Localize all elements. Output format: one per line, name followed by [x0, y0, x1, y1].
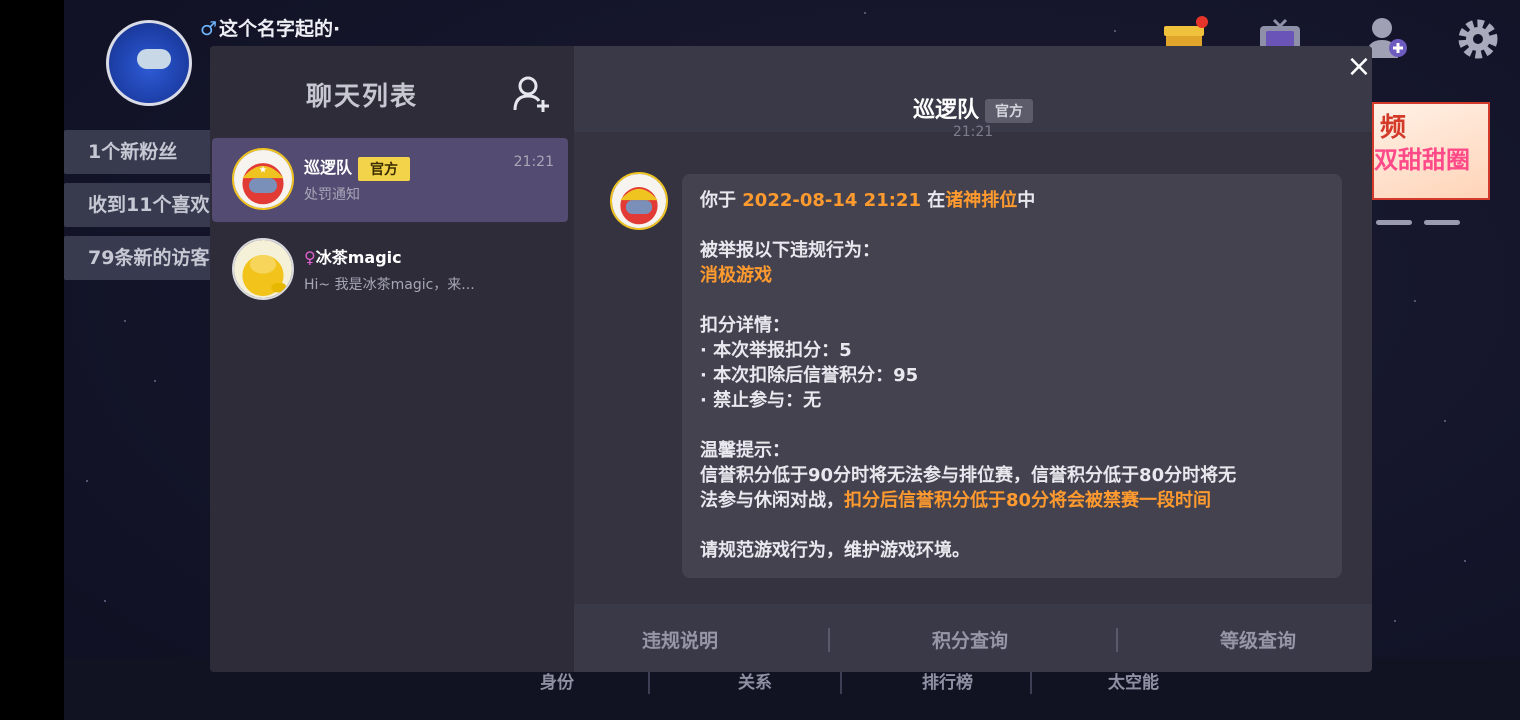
official-badge: 官方: [985, 99, 1033, 123]
ban-warning: 扣分后信誉积分低于80分将会被禁赛一段时间: [844, 490, 1212, 511]
chat-item-preview: Hi~ 我是冰茶magic，来...: [304, 277, 475, 293]
game-mode: 诸神排位: [945, 190, 1018, 211]
sender-avatar[interactable]: [610, 172, 668, 230]
chat-item-time: 21:21: [513, 154, 554, 170]
screen-bezel: [0, 0, 64, 720]
female-icon: ♀: [304, 248, 316, 267]
violation-info-button[interactable]: 违规说明: [642, 626, 718, 653]
bingcha-avatar: [232, 238, 294, 300]
message-bubble: 你于 2022-08-14 21:21 在诸神排位中 被举报以下违规行为： 消极…: [682, 174, 1342, 578]
official-badge: 官方: [358, 156, 411, 181]
notice-new-fans[interactable]: 1个新粉丝: [64, 130, 224, 174]
close-button[interactable]: ×: [1344, 52, 1372, 82]
chat-footer: 违规说明 积分查询 等级查询: [574, 604, 1372, 672]
chat-list-title: 聊天列表: [305, 82, 418, 112]
chat-title: 巡逻队 官方: [574, 92, 1372, 124]
notice-visitors[interactable]: 79条新的访客: [64, 236, 224, 280]
level-query-button[interactable]: 等级查询: [1220, 626, 1296, 653]
svg-text:★: ★: [259, 164, 267, 175]
patrol-avatar: ★: [232, 148, 294, 210]
violation-type: 消极游戏: [700, 265, 772, 286]
points-query-button[interactable]: 积分查询: [932, 626, 1008, 653]
chat-item-preview: 处罚通知: [304, 187, 360, 203]
chat-item-name: 冰茶magic: [315, 248, 402, 267]
deduct-item: · 禁止参与：无: [700, 390, 822, 411]
chat-list-panel: 聊天列表 ★ 巡逻队 官方 处罚通知 21:21 ♀冰茶magic Hi~ 我是…: [210, 46, 574, 672]
banner-indicator: [1424, 220, 1460, 225]
promo-banner[interactable]: 频 双甜甜圈: [1372, 102, 1490, 200]
settings-gear-icon[interactable]: [1455, 16, 1501, 62]
background-username: ♂ 这个名字起的·: [200, 18, 341, 40]
male-icon: ♂: [200, 18, 218, 40]
chat-item-patrol[interactable]: ★ 巡逻队 官方 处罚通知 21:21: [212, 138, 568, 222]
deduct-item: · 本次扣除后信誉积分：95: [700, 365, 919, 386]
chat-item-name: 巡逻队: [304, 158, 353, 177]
footer-divider: [828, 628, 830, 652]
notice-likes[interactable]: 收到11个喜欢: [64, 183, 224, 227]
deduct-item: · 本次举报扣分：5: [700, 340, 852, 361]
background-avatar[interactable]: [106, 20, 192, 106]
message-timestamp: 21:21: [952, 124, 994, 140]
banner-indicator: [1376, 220, 1412, 225]
violation-date: 2022-08-14 21:21: [742, 190, 921, 211]
add-friend-icon[interactable]: [512, 74, 552, 114]
footer-divider: [1116, 628, 1118, 652]
chat-modal: 聊天列表 ★ 巡逻队 官方 处罚通知 21:21 ♀冰茶magic Hi~ 我是…: [210, 46, 1372, 672]
chat-item-bingcha[interactable]: ♀冰茶magic Hi~ 我是冰茶magic，来...: [212, 228, 568, 312]
